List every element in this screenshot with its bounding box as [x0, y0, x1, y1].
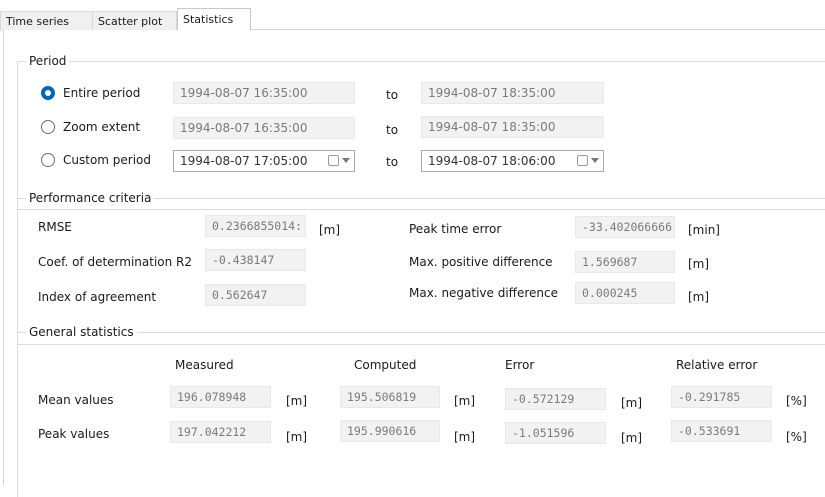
mean-measured-field: 196.078948: [170, 386, 271, 408]
entire-period-from-field: 1994-08-07 16:35:00: [173, 82, 355, 104]
peak-time-error-unit: [min]: [688, 223, 720, 237]
max-negative-difference-field: 0.000245: [575, 282, 675, 304]
rmse-label: RMSE: [38, 220, 72, 234]
field-value: 0.2366855014:: [212, 219, 303, 233]
performance-criteria-group: Performance criteria RMSE 0.2366855014: …: [17, 190, 825, 345]
field-value: -0.533691: [678, 424, 741, 438]
to-label: to: [386, 123, 399, 137]
calendar-icon: [577, 155, 588, 166]
calendar-dropdown-button[interactable]: [577, 154, 599, 168]
field-value: 1994-08-07 16:35:00: [180, 121, 308, 135]
mean-computed-unit: [m]: [454, 394, 476, 408]
max-negative-difference-label: Max. negative difference: [409, 286, 558, 300]
general-statistics-title: General statistics: [26, 324, 137, 340]
r2-label: Coef. of determination R2: [38, 255, 193, 269]
tab-label: Statistics: [183, 13, 234, 26]
custom-period-to-picker[interactable]: 1994-08-07 18:06:00: [421, 150, 604, 172]
field-value: 1994-08-07 18:06:00: [428, 154, 556, 168]
error-header: Error: [505, 358, 535, 372]
mean-error-field: -0.572129: [505, 388, 606, 410]
field-value: 0.000245: [582, 286, 638, 300]
field-value: 195.990616: [347, 424, 417, 438]
zoom-extent-to-field: 1994-08-07 18:35:00: [421, 116, 604, 138]
r2-value-field: -0.438147: [205, 249, 306, 271]
index-of-agreement-field: 0.562647: [205, 284, 306, 306]
entire-period-label[interactable]: Entire period: [63, 85, 140, 101]
field-value: 195.506819: [347, 390, 417, 404]
max-positive-difference-unit: [m]: [688, 257, 710, 271]
measured-header: Measured: [175, 358, 234, 372]
entire-period-to-field: 1994-08-07 18:35:00: [421, 82, 604, 104]
entire-period-radio[interactable]: [41, 86, 55, 100]
tab-scatter-plot[interactable]: Scatter plot: [92, 11, 177, 31]
field-value: -33.402066666: [582, 220, 673, 234]
mean-measured-unit: [m]: [286, 394, 308, 408]
field-value: -0.438147: [212, 253, 275, 267]
field-value: 1.569687: [582, 255, 638, 269]
to-label: to: [386, 88, 399, 102]
tab-label: Scatter plot: [98, 15, 163, 28]
field-value: 0.562647: [212, 288, 268, 302]
calendar-icon: [328, 155, 339, 166]
mean-error-unit: [m]: [621, 396, 643, 410]
field-value: -1.051596: [512, 426, 575, 440]
calendar-dropdown-button[interactable]: [328, 154, 350, 168]
performance-title: Performance criteria: [26, 190, 155, 206]
max-positive-difference-field: 1.569687: [575, 251, 675, 273]
field-value: 1994-08-07 16:35:00: [180, 86, 308, 100]
statistics-panel: Period Entire period 1994-08-07 16:35:00…: [3, 30, 825, 497]
mean-relative-error-unit: [%]: [786, 394, 807, 408]
rmse-unit: [m]: [319, 223, 341, 237]
peak-computed-field: 195.990616: [340, 420, 440, 442]
chevron-down-icon: [591, 158, 599, 163]
field-value: 1994-08-07 18:35:00: [428, 86, 556, 100]
zoom-extent-from-field: 1994-08-07 16:35:00: [173, 117, 355, 139]
peak-relative-error-field: -0.533691: [671, 420, 772, 442]
peak-time-error-label: Peak time error: [409, 222, 502, 236]
custom-period-radio[interactable]: [41, 153, 55, 167]
custom-period-label[interactable]: Custom period: [63, 152, 151, 168]
peak-measured-field: 197.042212: [170, 421, 271, 443]
custom-period-from-picker[interactable]: 1994-08-07 17:05:00: [173, 150, 355, 172]
tab-time-series[interactable]: Time series: [0, 11, 93, 31]
max-positive-difference-label: Max. positive difference: [409, 255, 553, 269]
field-value: 1994-08-07 17:05:00: [180, 154, 308, 168]
tab-label: Time series: [6, 15, 69, 28]
period-group: Period Entire period 1994-08-07 16:35:00…: [17, 53, 825, 210]
general-statistics-group: General statistics Measured Computed Err…: [17, 324, 825, 497]
relative-error-header: Relative error: [676, 358, 758, 372]
peak-error-unit: [m]: [621, 431, 643, 445]
zoom-extent-label[interactable]: Zoom extent: [63, 119, 140, 135]
peak-values-label: Peak values: [38, 427, 110, 441]
rmse-value-field: 0.2366855014:: [205, 215, 306, 237]
field-value: -0.572129: [512, 392, 575, 406]
field-value: 1994-08-07 18:35:00: [428, 120, 556, 134]
peak-computed-unit: [m]: [454, 430, 476, 444]
peak-error-field: -1.051596: [505, 422, 606, 444]
mean-computed-field: 195.506819: [340, 386, 440, 408]
to-label: to: [386, 155, 399, 169]
mean-values-label: Mean values: [38, 393, 114, 407]
zoom-extent-radio[interactable]: [41, 120, 55, 134]
field-value: 197.042212: [177, 425, 247, 439]
max-negative-difference-unit: [m]: [688, 290, 710, 304]
mean-relative-error-field: -0.291785: [671, 386, 772, 408]
chevron-down-icon: [342, 158, 350, 163]
index-of-agreement-label: Index of agreement: [38, 290, 157, 304]
tab-statistics[interactable]: Statistics: [177, 8, 251, 31]
period-title: Period: [26, 53, 70, 69]
tab-bar: Time series Scatter plot Statistics: [0, 0, 825, 31]
field-value: 196.078948: [177, 390, 247, 404]
peak-relative-error-unit: [%]: [786, 430, 807, 444]
peak-measured-unit: [m]: [286, 430, 308, 444]
computed-header: Computed: [354, 358, 417, 372]
peak-time-error-field: -33.402066666: [575, 216, 675, 238]
field-value: -0.291785: [678, 390, 741, 404]
